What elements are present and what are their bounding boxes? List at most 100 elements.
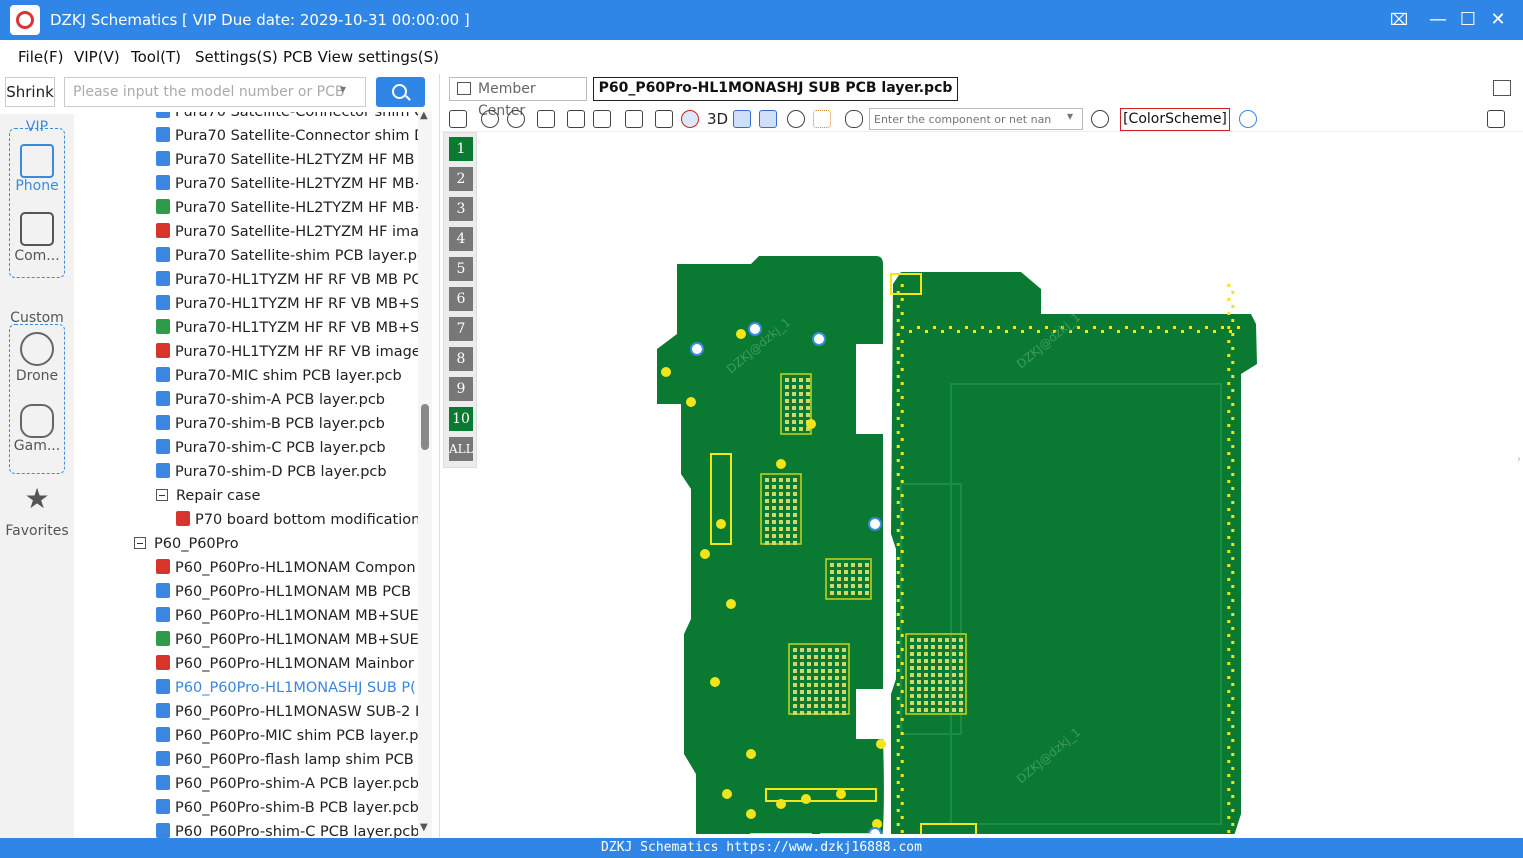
tree-item[interactable]: P60_P60Pro-HL1MONAM MB+SUE bbox=[156, 628, 418, 652]
nav-game[interactable]: Gam... bbox=[0, 438, 74, 454]
search-icon[interactable] bbox=[1091, 110, 1109, 128]
nav-favorites[interactable]: Favorites bbox=[0, 523, 74, 539]
model-search-input[interactable] bbox=[64, 77, 366, 107]
component-search-input[interactable] bbox=[869, 108, 1083, 130]
collapse-toggle-icon[interactable] bbox=[134, 537, 146, 549]
colorscheme-button[interactable]: [ColorScheme] bbox=[1120, 108, 1230, 131]
computer-icon[interactable] bbox=[20, 212, 54, 246]
gamepad-icon[interactable] bbox=[20, 404, 54, 438]
star-icon[interactable]: ★ bbox=[0, 482, 74, 515]
select-mode-icon[interactable] bbox=[759, 110, 777, 128]
layer-button-9[interactable]: 9 bbox=[449, 377, 473, 401]
hand-icon[interactable] bbox=[845, 110, 863, 128]
tree-item[interactable]: Pura70 Satellite-HL2TYZM HF MB+ bbox=[156, 196, 418, 220]
chevron-down-icon[interactable]: ▾ bbox=[340, 82, 346, 96]
net-highlight-icon[interactable] bbox=[681, 110, 699, 128]
bag-icon[interactable]: ⌧ bbox=[1387, 8, 1411, 32]
rotate-right-icon[interactable] bbox=[593, 110, 611, 128]
nav-drone[interactable]: Drone bbox=[0, 368, 74, 384]
tree-item[interactable]: Pura70-MIC shim PCB layer.pcb bbox=[156, 364, 418, 388]
layer-button-5[interactable]: 5 bbox=[449, 257, 473, 281]
tree-item[interactable]: P60_P60Pro-HL1MONASHJ SUB P( bbox=[156, 676, 418, 700]
view-3d-button[interactable]: 3D bbox=[707, 110, 728, 128]
tree-item[interactable]: Pura70 Satellite-HL2TYZM HF MB I bbox=[156, 148, 418, 172]
bga-pad bbox=[865, 591, 869, 595]
eye-icon[interactable] bbox=[1239, 110, 1257, 128]
brush-icon[interactable] bbox=[625, 110, 643, 128]
tree-item[interactable]: P60_P60Pro-shim-A PCB layer.pcb bbox=[156, 772, 418, 796]
drone-icon[interactable] bbox=[20, 332, 54, 366]
tree-item[interactable]: P60_P60Pro-shim-B PCB layer.pcb bbox=[156, 796, 418, 820]
tree-item[interactable]: Pura70-shim-C PCB layer.pcb bbox=[156, 436, 418, 460]
layer-button-4[interactable]: 4 bbox=[449, 227, 473, 251]
menu-pcb-view-settings[interactable]: PCB View settings(S) bbox=[283, 48, 439, 66]
menu-settings[interactable]: Settings(S) bbox=[195, 48, 278, 66]
shrink-button[interactable]: Shrink bbox=[5, 77, 55, 107]
tree-item[interactable]: P60_P60Pro-HL1MONASW SUB-2 I bbox=[156, 700, 418, 724]
tree-item[interactable]: P60_P60Pro-flash lamp shim PCB l bbox=[156, 748, 418, 772]
tree-item[interactable]: P60_P60Pro-HL1MONAM MB PCB bbox=[156, 580, 418, 604]
mirror-icon[interactable] bbox=[655, 110, 673, 128]
tree-item[interactable]: P70 board bottom modification bbox=[176, 508, 418, 532]
tab-active-file[interactable]: P60_P60Pro-HL1MONASHJ SUB PCB layer.pcb bbox=[593, 77, 958, 101]
maximize-button[interactable]: ☐ bbox=[1456, 8, 1480, 32]
layer-button-all[interactable]: ALL bbox=[449, 437, 474, 461]
split-view-icon[interactable] bbox=[449, 110, 467, 128]
tree-item[interactable]: Pura70-HL1TYZM HF RF VB image. bbox=[156, 340, 418, 364]
layer-button-3[interactable]: 3 bbox=[449, 197, 473, 221]
tree-item[interactable]: P60_P60Pro-HL1MONAM MB+SUE bbox=[156, 604, 418, 628]
grid-dots-icon[interactable] bbox=[813, 110, 831, 128]
layer-button-6[interactable]: 6 bbox=[449, 287, 473, 311]
panel-toggle-icon[interactable] bbox=[1487, 110, 1505, 128]
bga-pad bbox=[772, 534, 776, 538]
chevron-down-icon[interactable]: ▾ bbox=[1067, 109, 1073, 123]
image-file-icon bbox=[156, 199, 170, 214]
tree-item[interactable]: P60_P60Pro-HL1MONAM Compon bbox=[156, 556, 418, 580]
bga-pad bbox=[959, 659, 963, 663]
fit-view-icon[interactable] bbox=[537, 110, 555, 128]
tree-item[interactable]: Pura70-HL1TYZM HF RF VB MB PC bbox=[156, 268, 418, 292]
menu-file[interactable]: File(F) bbox=[18, 48, 63, 66]
bga-pad bbox=[842, 648, 846, 652]
tree-folder[interactable]: Repair case bbox=[156, 484, 418, 508]
close-button[interactable]: ✕ bbox=[1486, 8, 1510, 32]
nav-phone[interactable]: Phone bbox=[0, 178, 74, 194]
tree-item[interactable]: P60_P60Pro-shim-C PCB layer.pcb bbox=[156, 820, 418, 838]
tree-item[interactable]: P60_P60Pro-HL1MONAM Mainbor bbox=[156, 652, 418, 676]
layer-button-7[interactable]: 7 bbox=[449, 317, 473, 341]
tree-item[interactable]: Pura70 Satellite-HL2TYZM HF imag bbox=[156, 220, 418, 244]
rotate-left-icon[interactable] bbox=[567, 110, 585, 128]
minimize-button[interactable]: — bbox=[1426, 8, 1450, 32]
tree-item[interactable]: Pura70-shim-B PCB layer.pcb bbox=[156, 412, 418, 436]
arrow-mode-icon[interactable] bbox=[733, 110, 751, 128]
tree-item[interactable]: Pura70 Satellite-shim PCB layer.pcl bbox=[156, 244, 418, 268]
chevron-right-icon[interactable]: › bbox=[1517, 454, 1521, 465]
collapse-toggle-icon[interactable] bbox=[156, 489, 168, 501]
menu-vip[interactable]: VIP(V) bbox=[74, 48, 120, 66]
close-tab-icon[interactable] bbox=[1493, 80, 1511, 96]
tree-folder[interactable]: P60_P60Pro bbox=[134, 532, 418, 556]
phone-icon[interactable] bbox=[20, 144, 54, 178]
tree-item[interactable]: Pura70-shim-A PCB layer.pcb bbox=[156, 388, 418, 412]
tree-item[interactable]: Pura70 Satellite-HL2TYZM HF MB+ bbox=[156, 172, 418, 196]
pcb-canvas[interactable]: DZKJ@dzkj_1 DZKJ@dzkj_1DZKJ@dzkj_1 bbox=[481, 134, 1511, 834]
tree-item[interactable]: Pura70 Satellite-Connector shim C bbox=[156, 112, 418, 124]
tab-member-center[interactable]: Member Center bbox=[449, 77, 587, 119]
menu-tool[interactable]: Tool(T) bbox=[131, 48, 181, 66]
tree-item[interactable]: P60_P60Pro-MIC shim PCB layer.pc bbox=[156, 724, 418, 748]
zoom-in-icon[interactable] bbox=[481, 110, 499, 128]
layer-button-1[interactable]: 1 bbox=[449, 137, 473, 161]
layer-button-10[interactable]: 10 bbox=[449, 407, 473, 431]
tree-item[interactable]: Pura70-shim-D PCB layer.pcb bbox=[156, 460, 418, 484]
layer-button-2[interactable]: 2 bbox=[449, 167, 473, 191]
zoom-out-icon[interactable] bbox=[507, 110, 525, 128]
layer-button-8[interactable]: 8 bbox=[449, 347, 473, 371]
tree-scrollbar[interactable]: ▲ ▼ bbox=[418, 110, 432, 838]
wire-icon[interactable] bbox=[787, 110, 805, 128]
search-button[interactable] bbox=[376, 77, 425, 107]
scrollbar-thumb[interactable] bbox=[421, 404, 429, 450]
nav-computer[interactable]: Com... bbox=[0, 248, 74, 264]
tree-item[interactable]: Pura70-HL1TYZM HF RF VB MB+SU bbox=[156, 292, 418, 316]
tree-item[interactable]: Pura70-HL1TYZM HF RF VB MB+SU bbox=[156, 316, 418, 340]
tree-item[interactable]: Pura70 Satellite-Connector shim D bbox=[156, 124, 418, 148]
